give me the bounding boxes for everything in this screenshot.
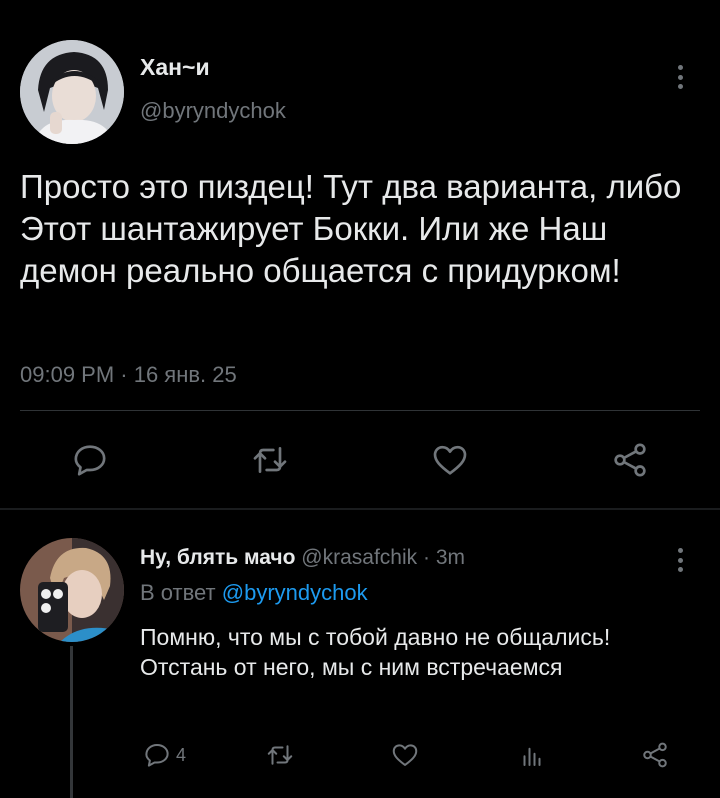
- reply-separator: ·: [423, 546, 430, 569]
- tweet-timestamp[interactable]: 09:09 PM · 16 янв. 25: [20, 362, 237, 388]
- reply-to-line: В ответ @byryndychok: [140, 580, 368, 606]
- share-icon: [614, 443, 646, 477]
- reply-count: 4: [176, 744, 187, 765]
- author-avatar[interactable]: [20, 40, 124, 144]
- author-handle[interactable]: @byryndychok: [140, 98, 286, 124]
- reply-button[interactable]: [70, 440, 110, 480]
- author-name[interactable]: Хан~и: [140, 54, 210, 81]
- like-icon: [433, 445, 467, 475]
- reply-to-prefix: В ответ: [140, 580, 216, 605]
- reply-header: Ну, блять мачо @krasafchik · 3m: [140, 546, 465, 570]
- share-icon: [643, 742, 667, 768]
- reply-reply-button[interactable]: 4: [142, 740, 186, 770]
- thread-line: [70, 646, 73, 798]
- divider: [20, 410, 700, 411]
- retweet-button[interactable]: [250, 440, 290, 480]
- reply-time[interactable]: 3m: [436, 546, 465, 569]
- reply-author-handle[interactable]: @krasafchik: [301, 546, 417, 569]
- reply-more-options-icon[interactable]: [670, 545, 690, 575]
- retweet-icon: [267, 745, 293, 765]
- reply-share-button[interactable]: [640, 740, 670, 770]
- like-button[interactable]: [430, 440, 470, 480]
- reply-analytics-button[interactable]: [517, 740, 547, 770]
- reply-author-name[interactable]: Ну, блять мачо: [140, 546, 295, 569]
- reply-author-avatar[interactable]: [20, 538, 124, 642]
- reply-icon: [74, 445, 106, 476]
- share-button[interactable]: [610, 440, 650, 480]
- analytics-icon: [523, 747, 541, 766]
- reply-to-handle[interactable]: @byryndychok: [222, 580, 368, 605]
- more-options-icon[interactable]: [670, 62, 690, 92]
- retweet-icon: [253, 447, 287, 473]
- reply-retweet-button[interactable]: [265, 740, 295, 770]
- reply-text: Помню, что мы с тобой давно не общались!…: [140, 624, 611, 680]
- reply-like-button[interactable]: [390, 740, 420, 770]
- like-icon: [392, 744, 418, 766]
- section-separator: [0, 508, 720, 510]
- tweet-text: Просто это пиздец! Тут два варианта, либ…: [20, 168, 682, 289]
- reply-icon: [145, 744, 169, 767]
